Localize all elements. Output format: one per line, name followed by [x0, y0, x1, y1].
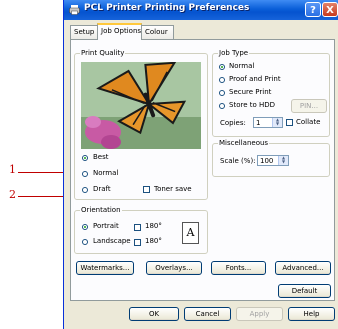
advanced-button[interactable]: Advanced... [275, 261, 331, 275]
rotate-180-label-2[interactable]: 180° [145, 237, 162, 245]
cancel-button[interactable]: Cancel [184, 307, 231, 321]
help-button[interactable]: Help [288, 307, 335, 321]
copies-value: 1 [256, 119, 261, 127]
job-normal-label[interactable]: Normal [229, 62, 254, 70]
job-normal-radio[interactable] [219, 64, 225, 70]
print-quality-preview-image [81, 62, 201, 149]
callout-2: 2 [9, 188, 16, 201]
preferences-dialog: PCL Printer Printing Preferences ? X Set… [63, 0, 338, 329]
title-bar[interactable]: PCL Printer Printing Preferences ? X [64, 0, 338, 20]
copies-stepper[interactable]: 1 ▲ ▼ [253, 117, 283, 128]
collate-label[interactable]: Collate [296, 118, 320, 126]
proof-and-print-radio[interactable] [219, 77, 225, 83]
pin-button[interactable]: PIN... [291, 99, 327, 113]
print-quality-title: Print Quality [80, 49, 126, 57]
orientation-preview: A [182, 222, 199, 244]
quality-normal-label[interactable]: Normal [93, 169, 118, 177]
tab-colour[interactable]: Colour [141, 25, 174, 39]
portrait-label[interactable]: Portrait [93, 222, 119, 230]
portrait-radio[interactable] [82, 224, 88, 230]
stepper-arrows-icon[interactable]: ▲ ▼ [272, 118, 282, 127]
quality-normal-radio[interactable] [82, 171, 88, 177]
default-button[interactable]: Default [278, 284, 331, 298]
callout-1: 1 [9, 163, 16, 176]
tab-job-options[interactable]: Job Options [97, 23, 142, 40]
fonts-button[interactable]: Fonts... [211, 261, 266, 275]
landscape-radio[interactable] [82, 239, 88, 245]
scale-label: Scale (%): [220, 157, 256, 165]
orientation-title: Orientation [80, 206, 122, 214]
tab-setup[interactable]: Setup [70, 25, 98, 39]
close-icon: X [326, 5, 334, 16]
miscellaneous-title: Miscellaneous [218, 139, 270, 147]
proof-and-print-label[interactable]: Proof and Print [229, 75, 281, 83]
rotate-180-label-1[interactable]: 180° [145, 222, 162, 230]
rotate-180-checkbox-2[interactable] [134, 239, 141, 246]
overlays-button[interactable]: Overlays... [146, 261, 202, 275]
quality-draft-radio[interactable] [82, 187, 88, 193]
question-icon: ? [310, 5, 316, 16]
printer-icon [69, 5, 80, 15]
rotate-180-checkbox-1[interactable] [134, 224, 141, 231]
secure-print-label[interactable]: Secure Print [229, 88, 271, 96]
store-to-hdd-radio[interactable] [219, 103, 225, 109]
collate-checkbox[interactable] [286, 119, 293, 126]
help-title-button[interactable]: ? [305, 2, 321, 17]
close-button[interactable]: X [322, 2, 338, 17]
scale-stepper[interactable]: 100 ▲ ▼ [257, 155, 289, 166]
store-to-hdd-label[interactable]: Store to HDD [229, 101, 275, 109]
quality-draft-label[interactable]: Draft [93, 185, 111, 193]
watermarks-button[interactable]: Watermarks... [76, 261, 134, 275]
job-options-panel: Print Quality Best Normal Draft Toner sa… [70, 39, 335, 301]
job-type-title: Job Type [218, 49, 250, 57]
ok-button[interactable]: OK [129, 307, 179, 321]
quality-best-label[interactable]: Best [93, 153, 109, 161]
stepper-arrows-icon[interactable]: ▲ ▼ [278, 156, 288, 165]
toner-save-label[interactable]: Toner save [154, 185, 192, 193]
copies-label: Copies: [220, 119, 246, 127]
apply-button[interactable]: Apply [236, 307, 283, 321]
quality-best-radio[interactable] [82, 155, 88, 161]
landscape-label[interactable]: Landscape [93, 237, 131, 245]
orientation-preview-letter: A [186, 226, 195, 239]
toner-save-checkbox[interactable] [143, 186, 150, 193]
butterfly-image [81, 62, 201, 149]
window-title: PCL Printer Printing Preferences [84, 3, 250, 13]
secure-print-radio[interactable] [219, 90, 225, 96]
scale-value: 100 [260, 157, 274, 165]
